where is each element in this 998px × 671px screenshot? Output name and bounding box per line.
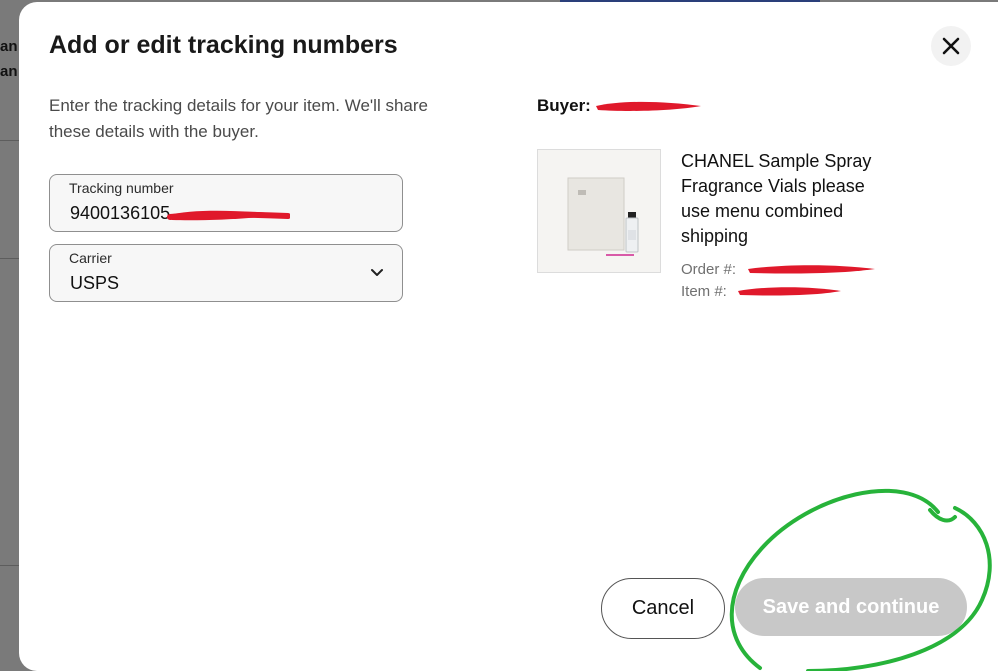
- item-title[interactable]: CHANEL Sample Spray Fragrance Vials plea…: [681, 149, 891, 249]
- close-button[interactable]: [931, 26, 971, 66]
- buyer-label: Buyer:: [537, 96, 591, 115]
- tracking-dialog: Add or edit tracking numbers Enter the t…: [19, 2, 998, 671]
- close-icon: [942, 37, 960, 55]
- order-number-label: Order #:: [681, 261, 737, 278]
- carrier-value: USPS: [70, 273, 120, 293]
- redaction-mark: [596, 101, 701, 111]
- background-text: an: [0, 63, 18, 80]
- perfume-sample-image: [538, 150, 660, 272]
- cancel-button[interactable]: Cancel: [601, 578, 725, 639]
- item-number: Item #:: [681, 283, 841, 300]
- dialog-title: Add or edit tracking numbers: [49, 31, 398, 59]
- tracking-number-value[interactable]: 9400136105: [70, 203, 170, 224]
- carrier-select[interactable]: Carrier USPS: [49, 244, 403, 302]
- chevron-down-icon: [371, 269, 383, 276]
- item-number-label: Item #:: [681, 283, 727, 300]
- background-text: an: [0, 38, 18, 55]
- tracking-number-field[interactable]: Tracking number 9400136105: [49, 174, 403, 232]
- redaction-mark: [748, 265, 875, 274]
- buyer-info: Buyer:: [537, 96, 701, 116]
- tracking-number-label: Tracking number: [69, 180, 174, 196]
- background-divider: [0, 258, 19, 259]
- redaction-mark: [167, 210, 290, 221]
- dialog-description: Enter the tracking details for your item…: [49, 96, 428, 141]
- background-divider: [0, 140, 19, 141]
- save-and-continue-button[interactable]: Save and continue: [735, 578, 967, 636]
- item-thumbnail: [537, 149, 661, 273]
- carrier-label: Carrier: [69, 250, 112, 266]
- redaction-mark: [738, 287, 841, 296]
- background-divider: [0, 565, 19, 566]
- order-number: Order #:: [681, 261, 875, 278]
